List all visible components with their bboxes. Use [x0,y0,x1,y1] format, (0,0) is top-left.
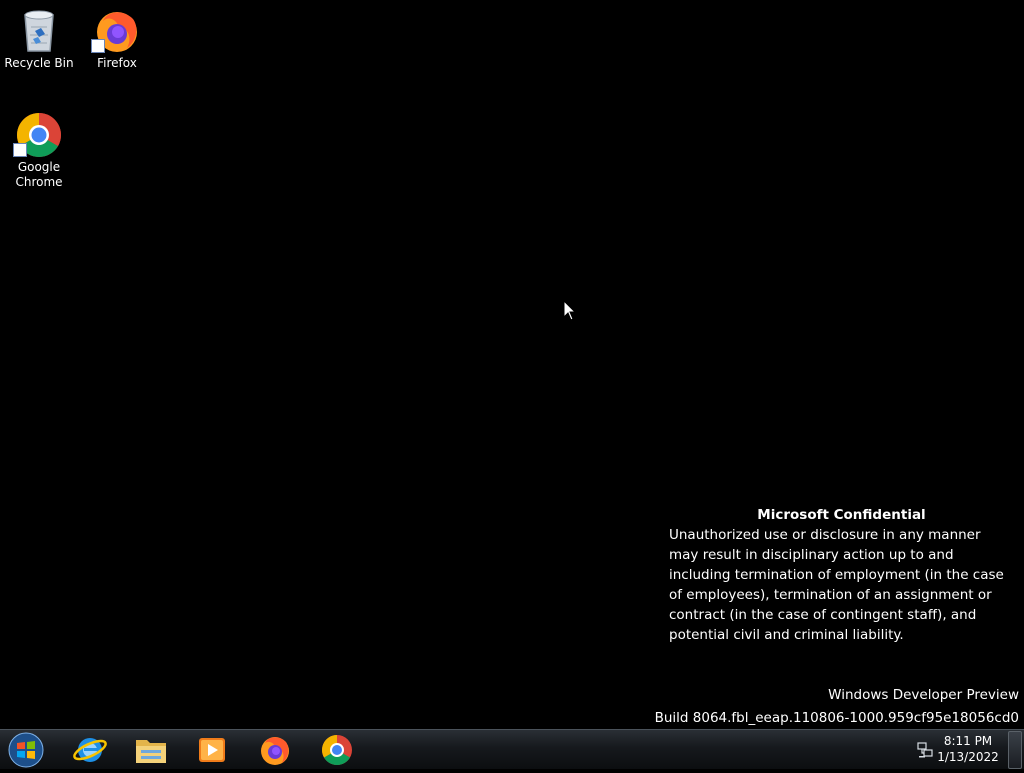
confidential-notice: Microsoft Confidential Unauthorized use … [669,505,1014,645]
clock-time: 8:11 PM [943,734,993,748]
chrome-icon [322,735,352,765]
firefox-icon [261,737,289,765]
show-desktop-button[interactable] [1008,731,1022,769]
recycle-bin-icon [15,7,63,55]
chrome-icon [13,111,63,159]
build-watermark: Windows Developer Preview Build 8064.fbl… [655,684,1019,730]
build-version: Build 8064.fbl_eeap.110806-1000.959cf95e… [654,710,1019,726]
desktop-icon-label: Firefox [97,56,137,70]
firefox-icon [91,7,141,55]
desktop-icon-recycle-bin[interactable]: Recycle Bin [1,7,77,71]
desktop-icon-label: Google Chrome [15,160,63,189]
shortcut-arrow-icon [13,143,27,157]
desktop-icon-label: Recycle Bin [4,56,74,70]
taskbar-clock[interactable]: 8:11 PM 1/13/2022 [936,733,1000,765]
build-edition: Windows Developer Preview [828,687,1019,703]
notice-body: Unauthorized use or disclosure in any ma… [669,527,1004,643]
media-player-icon [199,738,225,762]
system-tray: 8:11 PM 1/13/2022 [894,730,1024,769]
taskbar-firefox[interactable] [253,732,297,768]
clock-date: 1/13/2022 [937,750,999,764]
mouse-cursor-icon [563,300,577,321]
network-icon[interactable] [916,741,934,759]
taskbar: 8:11 PM 1/13/2022 [0,729,1024,769]
desktop-icon-firefox[interactable]: Firefox [79,7,155,71]
file-explorer-icon [136,740,166,763]
internet-explorer-icon [73,738,107,762]
windows-start-icon [8,732,44,768]
desktop-icon-google-chrome[interactable]: Google Chrome [1,111,77,190]
taskbar-internet-explorer[interactable] [68,732,112,768]
taskbar-media-player[interactable] [190,732,234,768]
notice-title: Microsoft Confidential [757,507,926,523]
start-button[interactable] [6,731,46,769]
taskbar-file-explorer[interactable] [129,732,173,768]
shortcut-arrow-icon [91,39,105,53]
taskbar-chrome[interactable] [315,732,359,768]
